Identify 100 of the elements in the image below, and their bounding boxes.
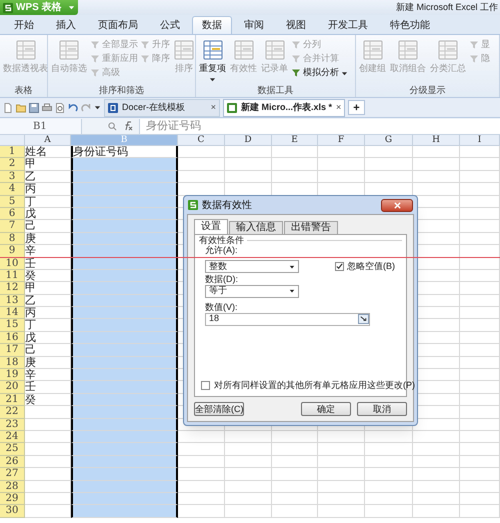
group-label: 数据工具 [256, 84, 294, 97]
table-cell [272, 492, 318, 506]
new-tab-button[interactable]: + [348, 100, 365, 115]
row-header[interactable]: 18 [0, 356, 25, 370]
table-cell [318, 430, 365, 444]
row-header[interactable]: 3 [0, 170, 25, 184]
print-icon[interactable] [42, 102, 52, 112]
column-header[interactable]: C [178, 135, 225, 145]
window-title: 新建 Microsoft Excel 工作 [396, 0, 498, 14]
table-cell [178, 468, 225, 481]
close-button[interactable]: × [210, 100, 216, 114]
row-header[interactable]: 27 [0, 468, 25, 481]
name-box[interactable]: B1 [0, 118, 82, 134]
ribbon-tab[interactable]: 插入 [46, 16, 86, 34]
table-cell [460, 294, 500, 308]
dropdown-field[interactable]: 等于 [205, 284, 299, 298]
search-icon[interactable] [108, 122, 117, 130]
dialog-button[interactable]: 取消 [357, 402, 407, 416]
ribbon-tab[interactable]: 公式 [150, 16, 190, 34]
table-cell [225, 146, 272, 158]
column-header[interactable]: D [225, 135, 272, 145]
ribbon-tab[interactable]: 审阅 [234, 16, 274, 34]
ribbon-tab[interactable]: 页面布局 [88, 16, 148, 34]
row-header[interactable]: 30 [0, 505, 25, 518]
group-label: 排序和筛选 [98, 84, 145, 97]
checkbox[interactable] [335, 262, 344, 272]
document-tab[interactable]: 新建 Micro...作表.xls * × [223, 98, 346, 116]
caret-icon [289, 288, 295, 294]
row-header[interactable]: 1 [0, 146, 25, 158]
dropdown-field[interactable]: 整数 [205, 260, 299, 274]
save-icon[interactable] [29, 102, 39, 112]
row-header[interactable]: 9 [0, 245, 25, 258]
row-header[interactable]: 21 [0, 394, 25, 406]
ribbon-tab[interactable]: 数据 [192, 16, 232, 34]
table-cell [460, 332, 500, 344]
function-icon[interactable] [123, 121, 133, 131]
table-cell [225, 505, 272, 518]
table-cell [318, 456, 365, 468]
table-cell [272, 480, 318, 493]
checkbox[interactable] [201, 380, 210, 390]
ribbon-button[interactable]: 模拟分析 [291, 67, 348, 79]
table-cell [318, 443, 365, 456]
row-header[interactable]: 22 [0, 406, 25, 419]
row-header[interactable]: 16 [0, 332, 25, 344]
caret-icon [68, 4, 75, 11]
new-file-icon[interactable] [3, 102, 13, 112]
row-header[interactable]: 13 [0, 294, 25, 308]
document-tab[interactable]: Docer-在线模板 × [104, 98, 220, 116]
row-header[interactable]: 17 [0, 344, 25, 357]
table-cell [460, 170, 500, 184]
dialog-title: 数据有效性 [202, 198, 252, 212]
dialog-tab[interactable]: 出错警告 [284, 221, 338, 235]
row-header[interactable]: 29 [0, 492, 25, 506]
table-cell [318, 468, 365, 481]
ribbon-tab[interactable]: 特色功能 [380, 16, 440, 34]
caret-icon[interactable] [94, 104, 101, 111]
close-button[interactable] [381, 198, 413, 212]
row-header[interactable]: 19 [0, 369, 25, 382]
row-header[interactable]: 8 [0, 232, 25, 246]
table-cell [318, 492, 365, 506]
row-header[interactable]: 4 [0, 183, 25, 196]
ribbon-button[interactable]: 重复项 [198, 39, 227, 83]
column-header[interactable]: H [413, 135, 460, 145]
row-header[interactable]: 5 [0, 196, 25, 208]
row-header[interactable]: 26 [0, 456, 25, 468]
column-header[interactable]: E [272, 135, 318, 145]
dialog-tab[interactable]: 设置 [194, 219, 228, 235]
table-cell [460, 146, 500, 158]
row-header[interactable]: 10 [0, 258, 25, 270]
row-header[interactable]: 2 [0, 158, 25, 171]
row-header[interactable]: 11 [0, 270, 25, 282]
row-header[interactable]: 24 [0, 430, 25, 444]
row-header[interactable]: 6 [0, 208, 25, 220]
dialog-tab[interactable]: 输入信息 [229, 221, 283, 235]
column-header[interactable]: G [365, 135, 413, 145]
dialog-button[interactable]: 全部清除(C) [194, 402, 244, 416]
row-header[interactable]: 12 [0, 282, 25, 295]
undo-icon[interactable] [68, 102, 78, 112]
dialog-button[interactable]: 确定 [301, 402, 351, 416]
formula-field[interactable]: 身份证号码 [139, 118, 500, 134]
table-cell [413, 443, 460, 456]
column-header[interactable]: F [318, 135, 365, 145]
table-cell [365, 443, 413, 456]
preview-icon[interactable] [55, 102, 65, 112]
number-field[interactable]: 18 [205, 312, 370, 326]
ribbon-tab[interactable]: 开发工具 [318, 16, 378, 34]
row-header[interactable]: 20 [0, 381, 25, 394]
row-header[interactable]: 28 [0, 480, 25, 493]
close-button[interactable]: × [336, 100, 342, 114]
row-header[interactable]: 14 [0, 307, 25, 320]
range-select-icon[interactable] [358, 314, 369, 324]
open-folder-icon[interactable] [16, 102, 26, 112]
column-header[interactable]: I [460, 135, 500, 145]
row-header[interactable]: 7 [0, 220, 25, 233]
row-header[interactable]: 23 [0, 418, 25, 431]
row-header[interactable]: 25 [0, 443, 25, 456]
table-cell [178, 505, 225, 518]
ribbon-tab[interactable]: 开始 [4, 16, 44, 34]
row-header[interactable]: 15 [0, 319, 25, 332]
ribbon-tab[interactable]: 视图 [276, 16, 316, 34]
